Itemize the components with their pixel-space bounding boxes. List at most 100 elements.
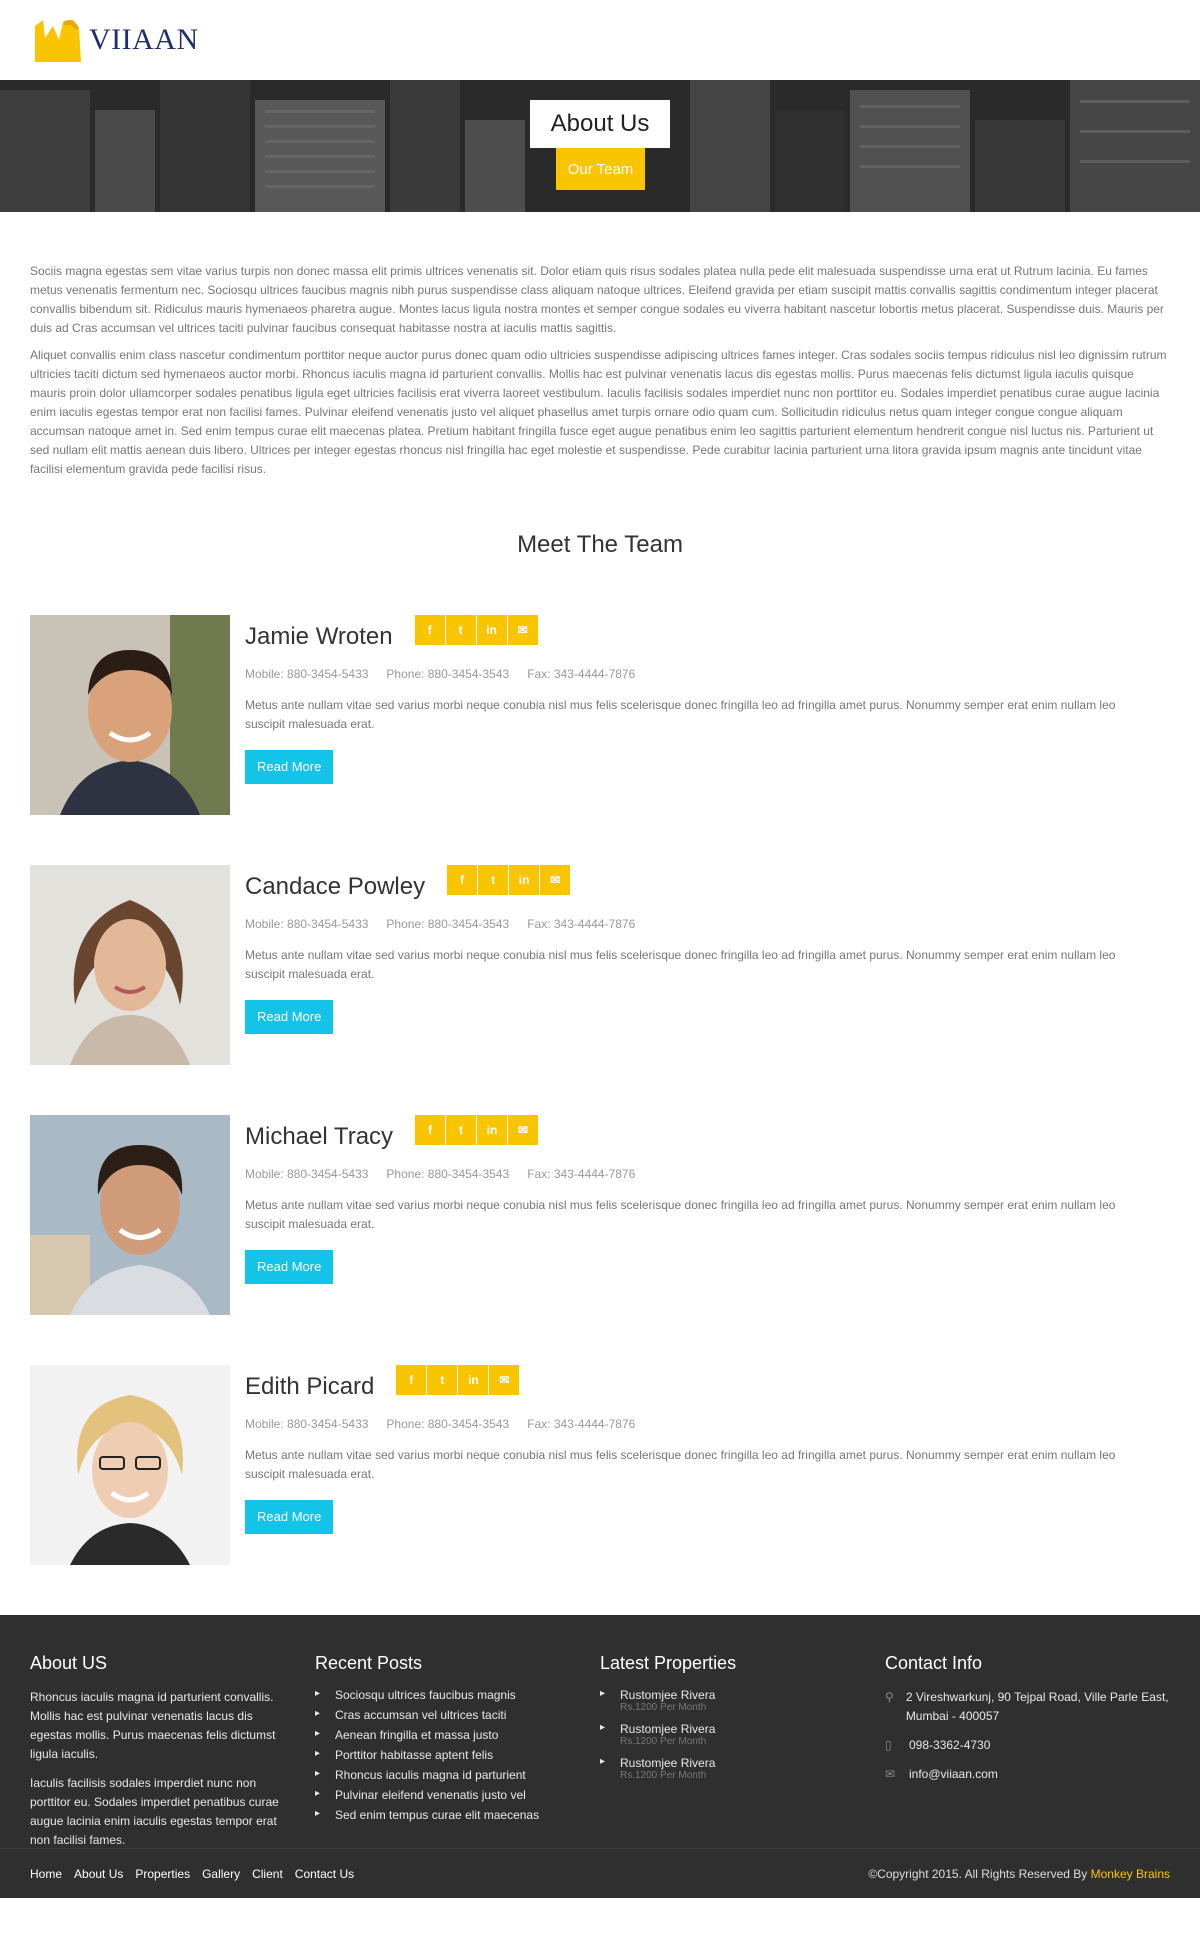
logo[interactable]: VIIAAN [33, 18, 199, 62]
read-more-button[interactable]: Read More [245, 1500, 334, 1534]
footer-properties: Latest Properties Rustomjee Rivera Rs.12… [600, 1653, 885, 1860]
footer-bottom-bar: Home About Us Properties Gallery Client … [0, 1848, 1200, 1898]
post-link[interactable]: Porttitor habitasse aptent felis [315, 1748, 600, 1762]
footer-nav-home[interactable]: Home [30, 1867, 62, 1881]
linkedin-icon[interactable]: in [477, 1115, 508, 1145]
envelope-icon: ✉ [885, 1767, 896, 1781]
read-more-button[interactable]: Read More [245, 1250, 334, 1284]
phone-icon: ▯ [885, 1738, 892, 1752]
logo-text: VIIAAN [89, 23, 199, 56]
member-phone: Phone: 880-3454-3543 [386, 1167, 510, 1181]
member-description: Metus ante nullam vitae sed varius morbi… [245, 1448, 1116, 1481]
member-fax: Fax: 343-4444-7876 [527, 917, 636, 931]
footer-nav-about[interactable]: About Us [74, 1867, 123, 1881]
intro-paragraph: Sociis magna egestas sem vitae varius tu… [30, 264, 1164, 335]
facebook-icon[interactable]: f [414, 615, 445, 645]
member-mobile: Mobile: 880-3454-5433 [245, 667, 369, 681]
footer-nav-properties[interactable]: Properties [135, 1867, 190, 1881]
property-item[interactable]: Rustomjee Rivera Rs.1200 Per Month [600, 1756, 885, 1781]
member-fax: Fax: 343-4444-7876 [527, 1167, 636, 1181]
social-links: f t in ✉ [415, 1115, 539, 1145]
member-photo [30, 615, 230, 815]
post-link[interactable]: Pulvinar eleifend venenatis justo vel [315, 1788, 600, 1802]
copyright: ©Copyright 2015. All Rights Reserved By … [868, 1867, 1170, 1881]
property-item[interactable]: Rustomjee Rivera Rs.1200 Per Month [600, 1688, 885, 1713]
post-link[interactable]: Sociosqu ultrices faucibus magnis [315, 1688, 600, 1702]
read-more-button[interactable]: Read More [245, 750, 334, 784]
linkedin-icon[interactable]: in [509, 865, 540, 895]
post-link[interactable]: Aenean fringilla et massa justo [315, 1728, 600, 1742]
member-name: Michael Tracy [245, 1123, 394, 1150]
social-links: f t in ✉ [396, 1365, 520, 1395]
phone-text: 098-3362-4730 [909, 1738, 991, 1752]
linkedin-icon[interactable]: in [476, 615, 507, 645]
member-contacts: Mobile: 880-3454-5433 Phone: 880-3454-35… [245, 1167, 1170, 1181]
team-member: Candace Powley f t in ✉ Mobile: 880-3454… [30, 865, 1170, 1065]
footer-about-text: Rhoncus iaculis magna id parturient conv… [30, 1690, 276, 1761]
map-pin-icon: ⚲ [885, 1690, 894, 1704]
team-list: Jamie Wroten f t in ✉ Mobile: 880-3454-5… [0, 615, 1200, 1565]
footer-posts-title: Recent Posts [315, 1653, 423, 1673]
team-member: Jamie Wroten f t in ✉ Mobile: 880-3454-5… [30, 615, 1170, 815]
footer-nav-client[interactable]: Client [252, 1867, 283, 1881]
member-phone: Phone: 880-3454-3543 [386, 1417, 510, 1431]
member-fax: Fax: 343-4444-7876 [527, 1417, 636, 1431]
twitter-icon[interactable]: t [446, 1115, 477, 1145]
member-phone: Phone: 880-3454-3543 [386, 667, 510, 681]
email-icon[interactable]: ✉ [540, 865, 571, 895]
twitter-icon[interactable]: t [445, 615, 476, 645]
post-link[interactable]: Rhoncus iaculis magna id parturient [315, 1768, 600, 1782]
post-link[interactable]: Sed enim tempus curae elit maecenas [315, 1808, 600, 1822]
breadcrumb[interactable]: Our Team [556, 148, 645, 190]
address-text: 2 Vireshwarkunj, 90 Tejpal Road, Ville P… [905, 1690, 1169, 1723]
member-description: Metus ante nullam vitae sed varius morbi… [245, 1198, 1116, 1231]
page-title: About Us [530, 100, 670, 148]
email-text[interactable]: info@viiaan.com [909, 1765, 998, 1784]
footer-nav-gallery[interactable]: Gallery [202, 1867, 240, 1881]
intro-section: Sociis magna egestas sem vitae varius tu… [0, 212, 1200, 479]
member-description: Metus ante nullam vitae sed varius morbi… [245, 698, 1116, 731]
social-links: f t in ✉ [414, 615, 538, 645]
copyright-text: ©Copyright 2015. All Rights Reserved By [868, 1866, 1088, 1881]
read-more-button[interactable]: Read More [245, 1000, 334, 1034]
member-description: Metus ante nullam vitae sed varius morbi… [245, 948, 1116, 981]
twitter-icon[interactable]: t [478, 865, 509, 895]
contact-phone: ▯ 098-3362-4730 [885, 1736, 1170, 1755]
footer-contact: Contact Info ⚲ 2 Vireshwarkunj, 90 Tejpa… [885, 1653, 1170, 1860]
member-mobile: Mobile: 880-3454-5433 [245, 917, 369, 931]
footer-nav: Home About Us Properties Gallery Client … [30, 1867, 354, 1881]
property-price: Rs.1200 Per Month [620, 1736, 707, 1747]
footer-nav-contact[interactable]: Contact Us [295, 1867, 354, 1881]
property-price: Rs.1200 Per Month [620, 1702, 707, 1713]
property-name: Rustomjee Rivera [620, 1756, 716, 1770]
member-photo [30, 1115, 230, 1315]
contact-address: ⚲ 2 Vireshwarkunj, 90 Tejpal Road, Ville… [885, 1688, 1170, 1726]
footer-about-text: Iaculis facilisis sodales imperdiet nunc… [30, 1776, 279, 1847]
footer-about: About US Rhoncus iaculis magna id partur… [30, 1653, 315, 1860]
member-photo [30, 865, 230, 1065]
footer-contact-title: Contact Info [885, 1653, 983, 1673]
post-link[interactable]: Cras accumsan vel ultrices taciti [315, 1708, 600, 1722]
twitter-icon[interactable]: t [427, 1365, 458, 1395]
intro-paragraph: Aliquet convallis enim class nascetur co… [30, 348, 1167, 476]
section-title: Meet The Team [517, 531, 683, 558]
facebook-icon[interactable]: f [447, 865, 478, 895]
facebook-icon[interactable]: f [396, 1365, 427, 1395]
email-icon[interactable]: ✉ [508, 1115, 539, 1145]
page-banner: About Us Our Team [0, 80, 1200, 212]
facebook-icon[interactable]: f [415, 1115, 446, 1145]
member-name: Candace Powley [245, 873, 426, 900]
member-fax: Fax: 343-4444-7876 [527, 667, 636, 681]
member-photo [30, 1365, 230, 1565]
site-footer: About US Rhoncus iaculis magna id partur… [0, 1615, 1200, 1898]
member-contacts: Mobile: 880-3454-5433 Phone: 880-3454-35… [245, 1417, 1170, 1431]
brand-link[interactable]: Monkey Brains [1091, 1867, 1170, 1881]
footer-recent-posts: Recent Posts Sociosqu ultrices faucibus … [315, 1653, 600, 1860]
email-icon[interactable]: ✉ [507, 615, 538, 645]
linkedin-icon[interactable]: in [458, 1365, 489, 1395]
email-icon[interactable]: ✉ [489, 1365, 520, 1395]
property-item[interactable]: Rustomjee Rivera Rs.1200 Per Month [600, 1722, 885, 1747]
property-price: Rs.1200 Per Month [620, 1770, 707, 1781]
member-contacts: Mobile: 880-3454-5433 Phone: 880-3454-35… [245, 667, 1170, 681]
site-header: VIIAAN [0, 0, 1200, 80]
